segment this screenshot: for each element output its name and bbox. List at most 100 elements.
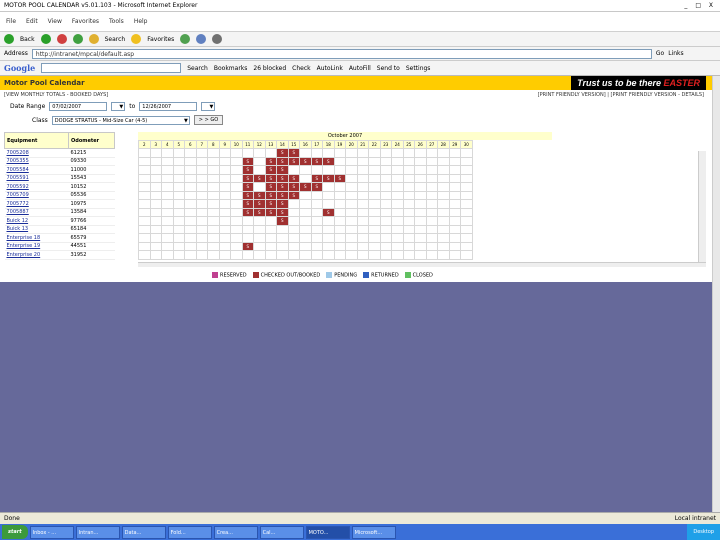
calendar-cell[interactable] [195, 165, 208, 175]
back-button[interactable]: Back [20, 36, 35, 43]
calendar-cell[interactable] [149, 216, 162, 226]
calendar-cell[interactable] [253, 233, 266, 243]
calendar-cell[interactable] [414, 224, 427, 234]
calendar-cell[interactable] [448, 173, 461, 183]
window-controls[interactable]: _ □ X [684, 2, 716, 9]
calendar-cell[interactable] [460, 216, 473, 226]
calendar-cell[interactable] [379, 216, 392, 226]
calendar-cell[interactable] [391, 165, 404, 175]
calendar-cell[interactable] [460, 148, 473, 158]
calendar-cell[interactable] [356, 250, 369, 260]
booked-cell[interactable]: S [333, 173, 346, 183]
date-to-input[interactable]: 12/26/2007 [139, 102, 198, 111]
calendar-cell[interactable] [230, 190, 243, 200]
calendar-cell[interactable] [161, 165, 174, 175]
booked-cell[interactable]: S [299, 156, 312, 166]
calendar-cell[interactable] [207, 216, 220, 226]
calendar-cell[interactable] [161, 148, 174, 158]
calendar-cell[interactable] [402, 241, 415, 251]
calendar-cell[interactable] [379, 224, 392, 234]
calendar-cell[interactable] [322, 182, 335, 192]
calendar-cell[interactable] [195, 241, 208, 251]
calendar-cell[interactable] [460, 173, 473, 183]
equipment-link[interactable]: 7005355 [7, 158, 29, 164]
calendar-cell[interactable] [161, 199, 174, 209]
system-tray[interactable]: Desktop [687, 524, 720, 540]
calendar-cell[interactable] [207, 148, 220, 158]
booked-cell[interactable]: S [253, 207, 266, 217]
taskbar-window-button[interactable]: Crea... [213, 525, 258, 539]
booked-cell[interactable]: S [253, 199, 266, 209]
equipment-link[interactable]: Enterprise 20 [7, 252, 41, 258]
calendar-cell[interactable] [368, 165, 381, 175]
calendar-cell[interactable] [379, 165, 392, 175]
class-select[interactable]: DODGE STRATUS - Mid-Size Car (4-5) [51, 115, 190, 125]
calendar-cell[interactable] [425, 207, 438, 217]
equipment-link[interactable]: Buick 12 [7, 218, 29, 224]
calendar-cell[interactable] [391, 182, 404, 192]
calendar-cell[interactable] [276, 250, 289, 260]
calendar-cell[interactable] [149, 224, 162, 234]
refresh-icon[interactable] [72, 34, 83, 44]
search-button[interactable]: Search [105, 36, 126, 43]
calendar-cell[interactable] [448, 190, 461, 200]
calendar-cell[interactable] [333, 241, 346, 251]
calendar-cell[interactable] [437, 233, 450, 243]
calendar-cell[interactable] [287, 250, 300, 260]
calendar-cell[interactable] [207, 207, 220, 217]
equipment-link[interactable]: 7005709 [7, 192, 29, 198]
calendar-cell[interactable] [333, 165, 346, 175]
calendar-cell[interactable] [184, 190, 197, 200]
favorites-icon[interactable] [131, 34, 142, 44]
booked-cell[interactable]: S [264, 199, 277, 209]
calendar-cell[interactable] [184, 216, 197, 226]
calendar-cell[interactable] [379, 148, 392, 158]
calendar-cell[interactable] [264, 250, 277, 260]
calendar-cell[interactable] [184, 233, 197, 243]
stop-icon[interactable] [56, 34, 67, 44]
calendar-cell[interactable] [230, 241, 243, 251]
booked-cell[interactable]: S [241, 173, 254, 183]
calendar-cell[interactable] [299, 241, 312, 251]
calendar-cell[interactable] [207, 199, 220, 209]
booked-cell[interactable]: S [287, 148, 300, 158]
calendar-cell[interactable] [218, 224, 231, 234]
booked-cell[interactable]: S [264, 165, 277, 175]
calendar-cell[interactable] [333, 224, 346, 234]
calendar-cell[interactable] [391, 199, 404, 209]
calendar-cell[interactable] [379, 250, 392, 260]
booked-cell[interactable]: S [241, 156, 254, 166]
calendar-cell[interactable] [356, 199, 369, 209]
settings-button[interactable]: Settings [406, 65, 431, 72]
calendar-cell[interactable] [414, 207, 427, 217]
calendar-cell[interactable] [368, 148, 381, 158]
calendar-cell[interactable] [253, 156, 266, 166]
calendar-cell[interactable] [368, 233, 381, 243]
calendar-cell[interactable] [207, 190, 220, 200]
calendar-cell[interactable] [149, 190, 162, 200]
calendar-cell[interactable] [230, 165, 243, 175]
date-from-picker[interactable] [111, 102, 126, 111]
calendar-cell[interactable] [402, 156, 415, 166]
calendar-cell[interactable] [230, 173, 243, 183]
calendar-cell[interactable] [218, 207, 231, 217]
calendar-cell[interactable] [276, 241, 289, 251]
calendar-cell[interactable] [184, 165, 197, 175]
calendar-cell[interactable] [299, 233, 312, 243]
calendar-cell[interactable] [448, 250, 461, 260]
calendar-cell[interactable] [402, 250, 415, 260]
calendar-cell[interactable] [287, 199, 300, 209]
calendar-cell[interactable] [149, 199, 162, 209]
calendar-cell[interactable] [310, 250, 323, 260]
calendar-cell[interactable] [138, 224, 151, 234]
calendar-cell[interactable] [149, 182, 162, 192]
equipment-link[interactable]: 7005591 [7, 175, 29, 181]
calendar-cell[interactable] [368, 199, 381, 209]
calendar-cell[interactable] [230, 207, 243, 217]
calendar-cell[interactable] [218, 241, 231, 251]
booked-cell[interactable]: S [322, 173, 335, 183]
calendar-cell[interactable] [149, 233, 162, 243]
calendar-cell[interactable] [138, 199, 151, 209]
calendar-cell[interactable] [425, 148, 438, 158]
calendar-cell[interactable] [402, 233, 415, 243]
